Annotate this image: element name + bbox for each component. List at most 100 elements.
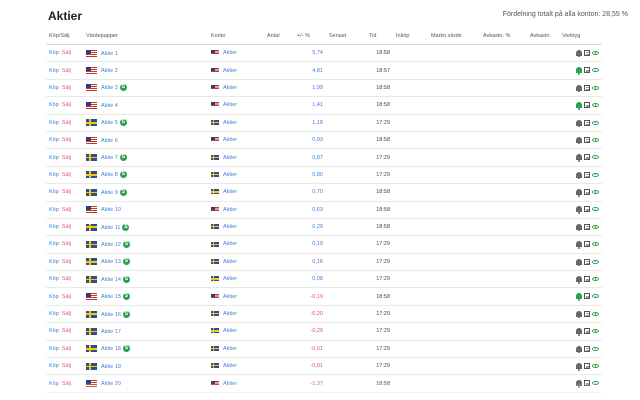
eye-icon[interactable] [592,294,599,299]
security-link[interactable]: Aktie 9 [101,190,118,196]
buy-link[interactable]: Köp [49,189,59,195]
account-link[interactable]: Aktier [223,276,237,282]
notes-icon[interactable] [584,276,590,283]
eye-icon[interactable] [592,103,599,108]
col-change[interactable]: +/- % [294,27,326,45]
eye-icon[interactable] [592,155,599,160]
account-link[interactable]: Aktier [223,189,237,195]
col-quantity[interactable]: Antal [264,27,294,45]
eye-icon[interactable] [592,50,599,55]
sell-link[interactable]: Sälj [62,207,71,213]
notes-icon[interactable] [584,258,590,265]
eye-icon[interactable] [592,190,599,195]
table-row[interactable]: Köp Sälj Aktie 17 Aktier -0,29 17:29 [46,322,602,341]
security-link[interactable]: Aktie 16 [101,312,121,318]
buy-link[interactable]: Köp [49,155,59,161]
buy-link[interactable]: Köp [49,346,59,352]
eye-icon[interactable] [592,259,599,264]
table-row[interactable]: Köp Sälj Aktie 5 S Aktier 1,18 17:29 [46,114,602,132]
security-link[interactable]: Aktie 17 [101,329,121,335]
buy-link[interactable]: Köp [49,241,59,247]
account-link[interactable]: Aktier [223,68,237,74]
table-row[interactable]: Köp Sälj Aktie 9 S Aktier 0,70 18:58 [46,183,602,202]
buy-link[interactable]: Köp [49,363,59,369]
col-return-pct[interactable]: Avkastn. % [480,27,527,45]
notes-icon[interactable] [584,293,590,300]
buy-link[interactable]: Köp [49,224,59,230]
buy-link[interactable]: Köp [49,68,59,74]
buy-link[interactable]: Köp [49,294,59,300]
account-link[interactable]: Aktier [223,155,237,161]
bell-icon[interactable] [576,84,582,93]
sell-link[interactable]: Sälj [62,363,71,369]
buy-link[interactable]: Köp [49,311,59,317]
buy-link[interactable]: Köp [49,50,59,56]
security-link[interactable]: Aktie 7 [101,155,118,161]
notes-icon[interactable] [584,363,590,369]
security-link[interactable]: Aktie 6 [101,138,118,144]
bell-icon[interactable] [576,136,582,145]
sell-link[interactable]: Sälj [62,224,71,230]
buy-link[interactable]: Köp [49,328,59,334]
sell-link[interactable]: Sälj [62,137,71,143]
table-row[interactable]: Köp Sälj Aktie 11 S Aktier 0,29 18:58 [46,218,602,237]
sell-link[interactable]: Sälj [62,259,71,265]
account-link[interactable]: Aktier [223,120,237,126]
eye-icon[interactable] [592,346,599,351]
eye-icon[interactable] [592,242,599,247]
sell-link[interactable]: Sälj [62,120,71,126]
account-link[interactable]: Aktier [223,207,237,213]
eye-icon[interactable] [592,68,599,73]
table-row[interactable]: Köp Sälj Aktie 13 S Aktier 0,16 17:29 [46,253,602,272]
sell-link[interactable]: Sälj [62,68,71,74]
notes-icon[interactable] [584,206,590,213]
eye-icon[interactable] [592,207,599,212]
buy-link[interactable]: Köp [49,172,59,178]
sell-link[interactable]: Sälj [62,276,71,282]
security-link[interactable]: Aktie 8 [101,172,118,178]
account-link[interactable]: Aktier [223,328,237,334]
eye-icon[interactable] [592,85,599,90]
bell-icon[interactable] [576,276,582,284]
bell-icon[interactable] [576,328,582,336]
bell-icon[interactable] [576,380,582,388]
col-time[interactable]: Tid [366,27,393,45]
security-link[interactable]: Aktie 4 [101,103,118,109]
security-link[interactable]: Aktie 10 [101,207,121,213]
sell-link[interactable]: Sälj [62,189,71,195]
buy-link[interactable]: Köp [49,381,59,387]
buy-link[interactable]: Köp [49,102,59,108]
eye-icon[interactable] [592,364,599,368]
sell-link[interactable]: Sälj [62,241,71,247]
security-link[interactable]: Aktie 12 [101,242,121,248]
col-purchase[interactable]: Inköp [393,27,428,45]
notes-icon[interactable] [584,241,590,248]
table-row[interactable]: Köp Sälj Aktie 1 Aktier 5,74 18:58 [46,44,602,63]
sell-link[interactable]: Sälj [62,311,71,317]
col-last[interactable]: Senast [326,27,366,45]
eye-icon[interactable] [592,120,599,125]
notes-icon[interactable] [584,380,590,387]
table-row[interactable]: Köp Sälj Aktie 2 Aktier 4,81 18:57 [46,61,602,80]
table-row[interactable]: Köp Sälj Aktie 14 S Aktier 0,08 17:29 [46,270,602,289]
notes-icon[interactable] [584,189,590,196]
bell-icon[interactable] [576,223,582,232]
bell-icon[interactable] [576,189,582,197]
notes-icon[interactable] [584,154,590,161]
buy-link[interactable]: Köp [49,207,59,213]
sell-link[interactable]: Sälj [62,328,71,334]
bell-icon[interactable] [576,49,582,58]
table-row[interactable]: Köp Sälj Aktie 6 Aktier 0,93 18:58 [46,131,602,150]
security-link[interactable]: Aktie 20 [101,381,121,387]
bell-icon[interactable] [576,171,582,180]
security-link[interactable]: Aktie 5 [101,120,118,126]
account-link[interactable]: Aktier [223,294,237,300]
notes-icon[interactable] [584,328,590,335]
col-trade[interactable]: Köp/Sälj [46,27,83,45]
bell-icon[interactable] [576,67,582,75]
sell-link[interactable]: Sälj [62,50,71,56]
bell-icon[interactable] [576,293,582,301]
sell-link[interactable]: Sälj [62,85,71,91]
table-row[interactable]: Köp Sälj Aktie 15 S Aktier -0,19 18:58 [46,287,602,306]
bell-icon[interactable] [576,154,582,162]
